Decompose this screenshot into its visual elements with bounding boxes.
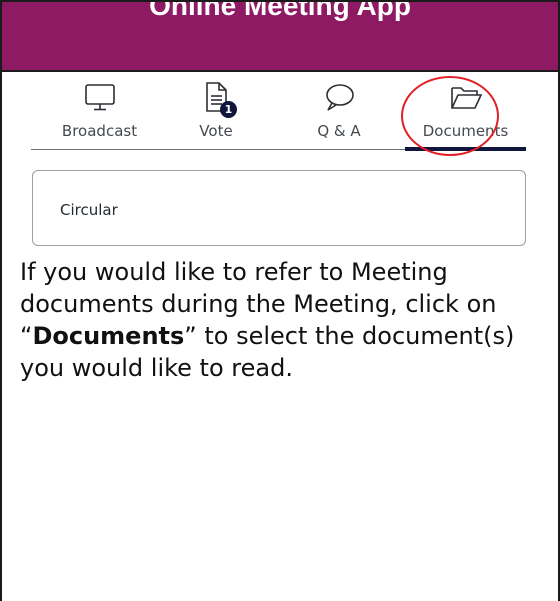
tab-documents[interactable]: Documents (405, 72, 526, 150)
app-header: Online Meeting App (0, 0, 560, 72)
tab-qa[interactable]: Q & A (279, 72, 399, 150)
active-tab-indicator (405, 147, 526, 151)
instruction-emphasis: Documents (32, 322, 185, 350)
speech-bubble-icon (322, 80, 356, 114)
document-item[interactable]: Circular (32, 170, 526, 246)
tab-bar: Broadcast 1 Vote Q & A Documents (31, 72, 526, 152)
tab-label: Q & A (317, 122, 361, 140)
tab-broadcast[interactable]: Broadcast (31, 72, 168, 150)
tab-label: Broadcast (61, 122, 138, 140)
tab-label: Vote (199, 122, 233, 140)
header-title: Online Meeting App (149, 0, 411, 21)
monitor-icon (83, 80, 117, 114)
document-title: Circular (60, 201, 118, 219)
folder-icon (449, 80, 483, 114)
vote-count-badge: 1 (220, 101, 237, 118)
document-icon: 1 (199, 80, 237, 118)
instruction-text: If you would like to refer to Meeting do… (20, 256, 545, 384)
tab-label: Documents (422, 122, 509, 140)
tab-vote[interactable]: 1 Vote (161, 72, 271, 150)
